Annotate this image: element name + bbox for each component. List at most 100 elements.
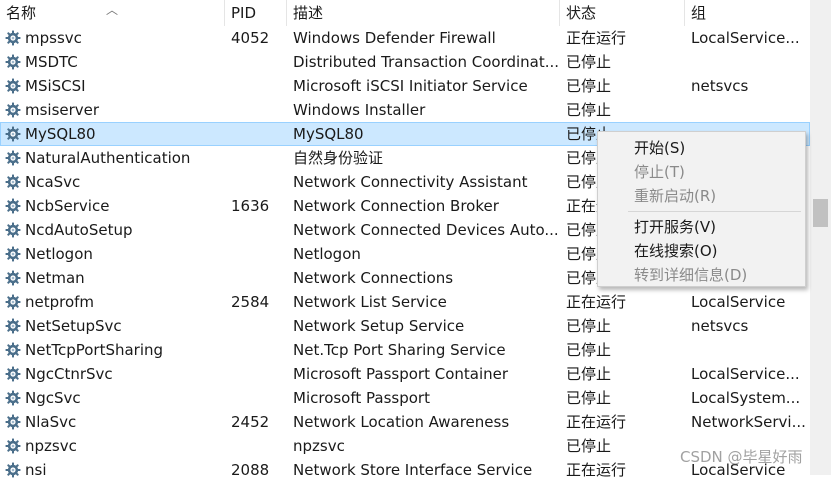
service-description: npzsvc (293, 437, 345, 455)
gear-icon (4, 149, 22, 167)
menu-item-go-to-details[interactable]: 转到详细信息(D) (634, 264, 747, 286)
column-header-pid[interactable]: PID (225, 0, 287, 26)
service-pid (231, 50, 287, 74)
context-menu: 开始(S) 停止(T) 重新启动(R) 打开服务(V) 在线搜索(O) 转到详细… (597, 131, 806, 287)
service-description: Network Location Awareness (293, 413, 510, 431)
service-pid: 4052 (231, 29, 270, 47)
service-description: Windows Defender Firewall (293, 29, 496, 47)
service-row[interactable]: NetTcpPortSharing Net.Tcp Port Sharing Se… (0, 338, 810, 362)
column-header-status[interactable]: 状态 (560, 0, 685, 26)
service-name: NlaSvc (25, 413, 77, 431)
service-status: 已停止 (566, 101, 612, 119)
service-description: Net.Tcp Port Sharing Service (293, 341, 506, 359)
service-pid (231, 362, 287, 386)
service-status: 已停止 (566, 77, 612, 95)
service-status: 已停止 (566, 437, 612, 455)
service-pid: 2584 (231, 293, 270, 311)
service-pid (231, 242, 287, 266)
gear-icon (4, 29, 22, 47)
column-header: 名称 ︿ PID 描述 状态 组 (0, 0, 810, 26)
gear-icon (4, 269, 22, 287)
service-pid (231, 338, 287, 362)
column-header-description[interactable]: 描述 (287, 0, 560, 26)
vertical-scrollbar[interactable] (810, 0, 831, 475)
service-row[interactable]: NlaSvc 2452 Network Location Awareness 正在运行… (0, 410, 810, 434)
service-status: 正在运行 (566, 29, 627, 47)
gear-icon (4, 293, 22, 311)
menu-item-stop[interactable]: 停止(T) (634, 161, 685, 183)
service-name: MySQL80 (25, 125, 96, 143)
gear-icon (4, 101, 22, 119)
service-pid (231, 386, 287, 410)
service-description: Distributed Transaction Coordinat... (293, 53, 558, 71)
service-name: MSDTC (25, 53, 78, 71)
service-pid (231, 218, 287, 242)
service-pid: 1636 (231, 197, 270, 215)
column-header-group-label: 组 (691, 4, 707, 22)
service-group: LocalService... (691, 365, 800, 383)
service-name-cell: NcdAutoSetup (4, 218, 224, 242)
service-description: Network Connectivity Assistant (293, 173, 528, 191)
gear-icon (4, 125, 22, 143)
service-name-cell: MSiSCSI (4, 74, 224, 98)
gear-icon (4, 317, 22, 335)
menu-separator (628, 211, 801, 212)
service-pid (231, 170, 287, 194)
service-description: Network Connected Devices Auto... (293, 221, 558, 239)
column-header-group[interactable]: 组 (685, 0, 810, 26)
service-group: netsvcs (691, 317, 749, 335)
scrollbar-thumb[interactable] (813, 199, 828, 227)
service-row[interactable]: msiserver Windows Installer 已停止 (0, 98, 810, 122)
service-status: 正在运行 (566, 461, 627, 479)
column-header-name[interactable]: 名称 ︿ (0, 0, 225, 26)
service-name-cell: MySQL80 (4, 122, 224, 146)
service-name: MSiSCSI (25, 77, 86, 95)
gear-icon (4, 221, 22, 239)
gear-icon (4, 341, 22, 359)
service-row[interactable]: NetSetupSvc Network Setup Service 已停止 netsv… (0, 314, 810, 338)
service-status: 正在运行 (566, 413, 627, 431)
gear-icon (4, 245, 22, 263)
service-name: NgcCtnrSvc (25, 365, 113, 383)
service-row[interactable]: NgcSvc Microsoft Passport 已停止 LocalSystem..… (0, 386, 810, 410)
service-name-cell: NetTcpPortSharing (4, 338, 224, 362)
service-status: 已停止 (566, 317, 612, 335)
service-status: 已停止 (566, 389, 612, 407)
menu-item-start[interactable]: 开始(S) (634, 137, 685, 159)
service-row[interactable]: mpssvc 4052 Windows Defender Firewall 正在运行 L… (0, 26, 810, 50)
menu-item-restart[interactable]: 重新启动(R) (634, 185, 716, 207)
service-name: NgcSvc (25, 389, 81, 407)
service-description: Network List Service (293, 293, 447, 311)
service-description: Microsoft Passport Container (293, 365, 509, 383)
service-description: Windows Installer (293, 101, 426, 119)
menu-item-open-services[interactable]: 打开服务(V) (634, 216, 716, 238)
column-header-pid-label: PID (231, 4, 257, 22)
service-group: netsvcs (691, 77, 749, 95)
service-pid: 2088 (231, 461, 270, 479)
gear-icon (4, 413, 22, 431)
service-row[interactable]: netprofm 2584 Network List Service 正在运行 Loca… (0, 290, 810, 314)
service-name-cell: MSDTC (4, 50, 224, 74)
gear-icon (4, 437, 22, 455)
service-name-cell: nsi (4, 458, 224, 482)
service-name: NetTcpPortSharing (25, 341, 164, 359)
service-row[interactable]: MSiSCSI Microsoft iSCSI Initiator Service… (0, 74, 810, 98)
service-name-cell: NcaSvc (4, 170, 224, 194)
service-name-cell: NcbService (4, 194, 224, 218)
watermark: CSDN @毕星好雨 (680, 448, 803, 466)
service-row[interactable]: NgcCtnrSvc Microsoft Passport Container 已停… (0, 362, 810, 386)
gear-icon (4, 461, 22, 479)
service-status: 已停止 (566, 53, 612, 71)
service-pid (231, 434, 287, 458)
sort-up-icon: ︿ (106, 3, 119, 17)
service-group (691, 338, 809, 362)
service-name: npzsvc (25, 437, 77, 455)
menu-item-search-online[interactable]: 在线搜索(O) (634, 240, 718, 262)
gear-icon (4, 389, 22, 407)
service-row[interactable]: MSDTC Distributed Transaction Coordinat..… (0, 50, 810, 74)
service-name: Netlogon (25, 245, 93, 263)
service-description: Netlogon (293, 245, 361, 263)
service-group: LocalService... (691, 29, 800, 47)
service-name-cell: netprofm (4, 290, 224, 314)
service-description: Microsoft Passport (293, 389, 430, 407)
